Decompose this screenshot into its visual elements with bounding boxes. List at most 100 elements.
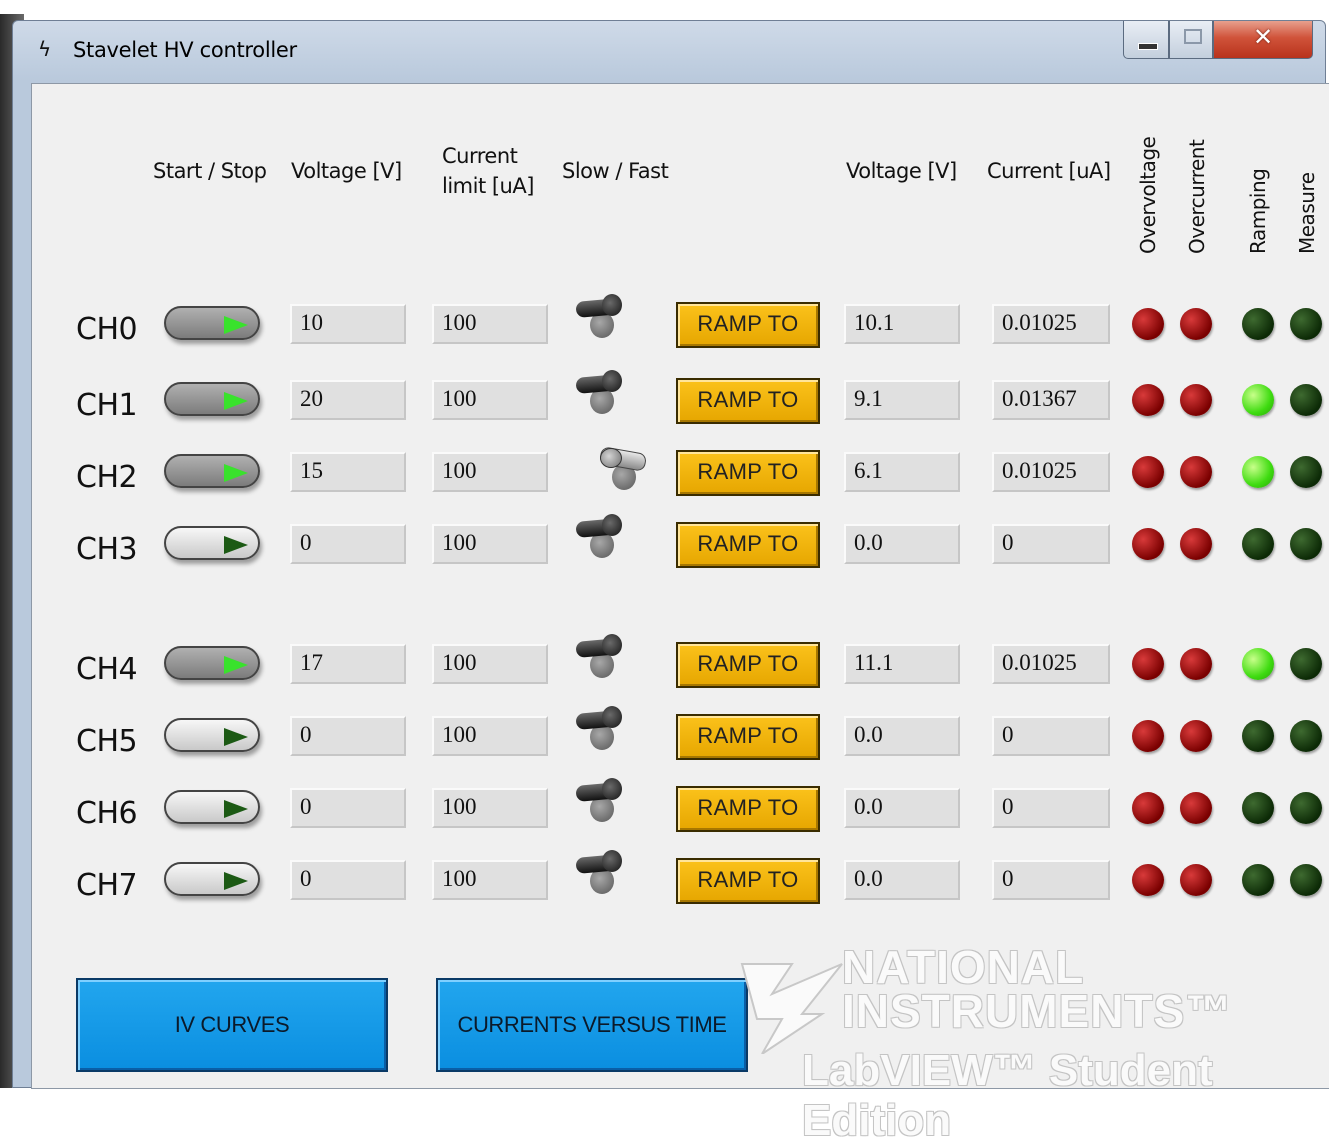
ramping-led bbox=[1242, 864, 1274, 896]
play-icon bbox=[224, 872, 248, 890]
overcurrent-led bbox=[1180, 648, 1212, 680]
start-stop-toggle[interactable] bbox=[164, 860, 264, 900]
start-stop-pill[interactable] bbox=[164, 454, 260, 488]
currents-versus-time-button[interactable]: CURRENTS VERSUS TIME bbox=[436, 978, 748, 1072]
switch-knob bbox=[602, 514, 622, 536]
slow-fast-switch[interactable] bbox=[572, 634, 632, 684]
slow-fast-switch[interactable] bbox=[572, 850, 632, 900]
voltage-setpoint-input[interactable]: 0 bbox=[290, 524, 406, 564]
switch-knob bbox=[602, 850, 622, 872]
measured-voltage-display: 10.1 bbox=[844, 304, 960, 344]
overvoltage-led bbox=[1132, 648, 1164, 680]
close-button[interactable]: ✕ bbox=[1213, 21, 1313, 59]
channel-label: CH5 bbox=[76, 724, 138, 759]
voltage-setpoint-input[interactable]: 20 bbox=[290, 380, 406, 420]
current-limit-input[interactable]: 100 bbox=[432, 860, 548, 900]
measure-led bbox=[1290, 308, 1322, 340]
switch-knob bbox=[602, 778, 622, 800]
ramping-led bbox=[1242, 456, 1274, 488]
voltage-setpoint-input[interactable]: 17 bbox=[290, 644, 406, 684]
slow-fast-switch[interactable] bbox=[572, 706, 632, 756]
start-stop-toggle[interactable] bbox=[164, 644, 264, 684]
start-stop-toggle[interactable] bbox=[164, 524, 264, 564]
window-title: Stavelet HV controller bbox=[73, 38, 297, 62]
slow-fast-switch[interactable] bbox=[572, 778, 632, 828]
slow-fast-switch[interactable] bbox=[572, 370, 632, 420]
start-stop-toggle[interactable] bbox=[164, 452, 264, 492]
slow-fast-switch[interactable] bbox=[572, 294, 632, 344]
overcurrent-led bbox=[1180, 720, 1212, 752]
start-stop-toggle[interactable] bbox=[164, 788, 264, 828]
start-stop-pill[interactable] bbox=[164, 646, 260, 680]
measured-current-display: 0.01025 bbox=[992, 644, 1110, 684]
measured-voltage-display: 0.0 bbox=[844, 788, 960, 828]
start-stop-pill[interactable] bbox=[164, 862, 260, 896]
current-limit-input[interactable]: 100 bbox=[432, 524, 548, 564]
play-icon bbox=[224, 316, 248, 334]
start-stop-toggle[interactable] bbox=[164, 380, 264, 420]
maximize-button[interactable] bbox=[1169, 21, 1213, 59]
measure-led bbox=[1290, 720, 1322, 752]
ramp-to-button[interactable]: RAMP TO bbox=[676, 786, 820, 832]
voltage-setpoint-input[interactable]: 0 bbox=[290, 860, 406, 900]
overvoltage-led bbox=[1132, 864, 1164, 896]
measured-current-display: 0 bbox=[992, 788, 1110, 828]
header-overvoltage: Overvoltage bbox=[1136, 136, 1160, 254]
ramp-to-button[interactable]: RAMP TO bbox=[676, 378, 820, 424]
current-limit-input[interactable]: 100 bbox=[432, 644, 548, 684]
voltage-setpoint-input[interactable]: 10 bbox=[290, 304, 406, 344]
current-limit-input[interactable]: 100 bbox=[432, 380, 548, 420]
slow-fast-switch[interactable] bbox=[572, 442, 648, 492]
measure-led bbox=[1290, 792, 1322, 824]
play-icon bbox=[224, 728, 248, 746]
start-stop-pill[interactable] bbox=[164, 790, 260, 824]
header-current-limit-line1: Current bbox=[442, 144, 518, 168]
play-icon bbox=[224, 392, 248, 410]
overvoltage-led bbox=[1132, 308, 1164, 340]
ramp-to-button[interactable]: RAMP TO bbox=[676, 858, 820, 904]
start-stop-toggle[interactable] bbox=[164, 304, 264, 344]
overvoltage-led bbox=[1132, 528, 1164, 560]
play-icon bbox=[224, 464, 248, 482]
ramp-to-button[interactable]: RAMP TO bbox=[676, 302, 820, 348]
start-stop-pill[interactable] bbox=[164, 382, 260, 416]
measure-led bbox=[1290, 456, 1322, 488]
channel-label: CH7 bbox=[76, 868, 138, 903]
header-current-limit-line2: limit [uA] bbox=[442, 174, 534, 198]
channel-row: CH6 0 100 RAMP TO 0.0 0 bbox=[32, 778, 1329, 848]
ramp-to-button[interactable]: RAMP TO bbox=[676, 450, 820, 496]
minimize-icon bbox=[1138, 43, 1158, 50]
current-limit-input[interactable]: 100 bbox=[432, 716, 548, 756]
ramp-to-button[interactable]: RAMP TO bbox=[676, 642, 820, 688]
ramping-led bbox=[1242, 720, 1274, 752]
start-stop-pill[interactable] bbox=[164, 526, 260, 560]
play-icon bbox=[224, 656, 248, 674]
ramp-to-button[interactable]: RAMP TO bbox=[676, 522, 820, 568]
labview-student-watermark: NATIONAL INSTRUMENTS™ LabVIEW™ Student E… bbox=[732, 934, 1329, 1145]
slow-fast-switch[interactable] bbox=[572, 514, 632, 564]
ramping-led bbox=[1242, 648, 1274, 680]
current-limit-input[interactable]: 100 bbox=[432, 788, 548, 828]
ramp-to-button[interactable]: RAMP TO bbox=[676, 714, 820, 760]
ramping-led bbox=[1242, 792, 1274, 824]
voltage-setpoint-input[interactable]: 15 bbox=[290, 452, 406, 492]
minimize-button[interactable] bbox=[1123, 21, 1169, 59]
measured-voltage-display: 0.0 bbox=[844, 524, 960, 564]
start-stop-pill[interactable] bbox=[164, 306, 260, 340]
measured-voltage-display: 6.1 bbox=[844, 452, 960, 492]
switch-knob bbox=[602, 370, 622, 392]
header-current-measured: Current [uA] bbox=[987, 159, 1111, 183]
header-voltage-measured: Voltage [V] bbox=[846, 159, 957, 183]
channel-label: CH0 bbox=[76, 312, 138, 347]
start-stop-toggle[interactable] bbox=[164, 716, 264, 756]
current-limit-input[interactable]: 100 bbox=[432, 304, 548, 344]
current-limit-input[interactable]: 100 bbox=[432, 452, 548, 492]
maximize-icon bbox=[1184, 29, 1202, 44]
measured-current-display: 0.01025 bbox=[992, 304, 1110, 344]
voltage-setpoint-input[interactable]: 0 bbox=[290, 788, 406, 828]
title-bar[interactable]: ϟ Stavelet HV controller ✕ bbox=[13, 21, 1325, 81]
start-stop-pill[interactable] bbox=[164, 718, 260, 752]
overcurrent-led bbox=[1180, 792, 1212, 824]
voltage-setpoint-input[interactable]: 0 bbox=[290, 716, 406, 756]
iv-curves-button[interactable]: IV CURVES bbox=[76, 978, 388, 1072]
